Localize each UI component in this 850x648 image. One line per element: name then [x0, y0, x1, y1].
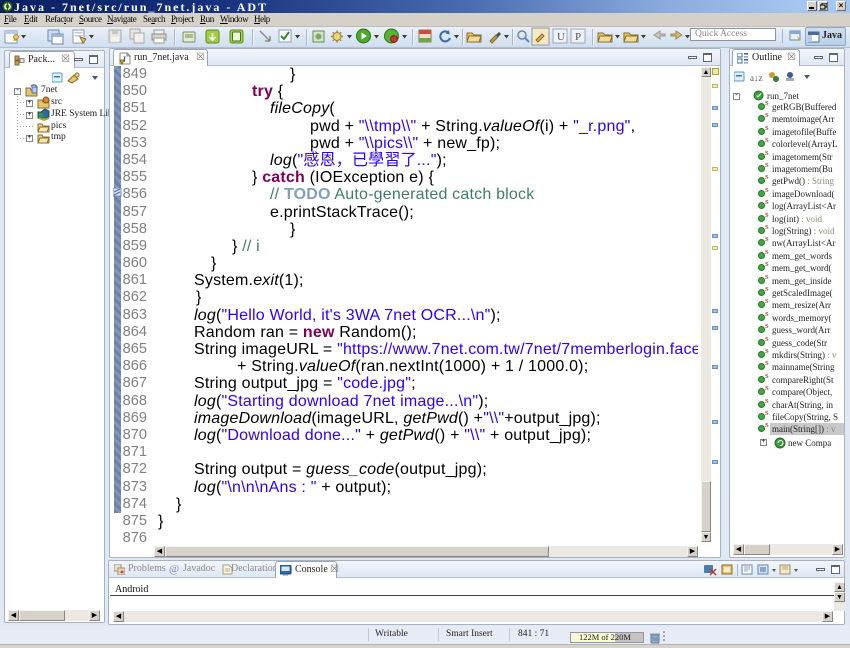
svg-text:a↓z: a↓z: [750, 73, 763, 83]
svg-text:P: P: [575, 31, 581, 43]
svg-text:U: U: [557, 31, 565, 43]
